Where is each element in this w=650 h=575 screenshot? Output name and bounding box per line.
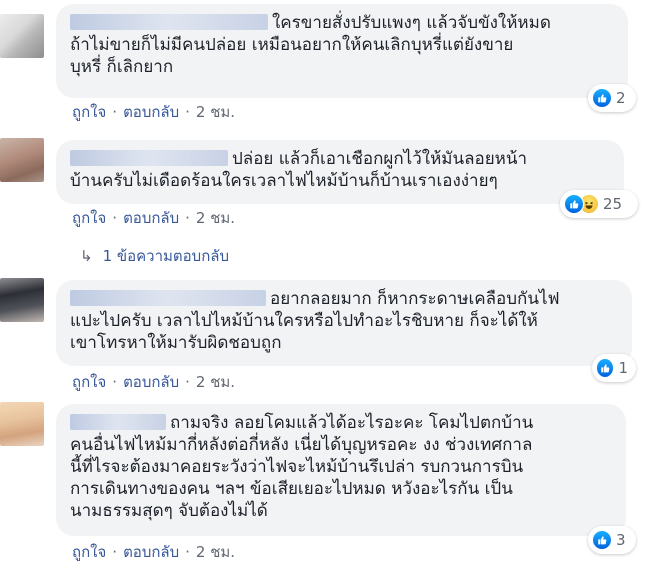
like-icon [564,194,584,214]
reaction-count: 2 [616,89,626,107]
reaction-summary[interactable]: 1 [592,354,636,382]
reaction-summary[interactable]: 2 [588,84,636,112]
avatar[interactable] [0,278,44,322]
comment-text: อยากลอยมาก ก็หากระดาษเคลือบกันไฟ แปะไปคร… [70,289,560,353]
avatar[interactable] [0,402,44,446]
avatar[interactable] [0,138,44,182]
reaction-count: 3 [616,531,626,549]
like-link[interactable]: ถูกใจ [72,209,106,227]
redacted-author-name[interactable] [70,14,268,30]
timestamp[interactable]: 2 ชม. [196,543,235,561]
like-icon [592,88,612,108]
reaction-count: 1 [618,359,628,377]
comment-bubble: ใครขายสั่งปรับแพงๆ แล้วจับขังให้หมด ถ้าไ… [56,4,628,98]
view-replies-link[interactable]: ↳ 1 ข้อความตอบกลับ [80,244,229,268]
comment-bubble: ถามจริง ลอยโคมแล้วได้อะไรอะคะ โคมไปตกบ้า… [56,404,626,536]
redacted-author-name[interactable] [70,414,166,430]
comment-text: ใครขายสั่งปรับแพงๆ แล้วจับขังให้หมด ถ้าไ… [70,13,551,77]
comment-actions: ถูกใจ · ตอบกลับ · 2 ชม. [72,209,236,227]
redacted-author-name[interactable] [70,150,228,166]
like-icon [596,358,615,378]
comment-text: ปล่อย แล้วก็เอาเชือกผูกไว้ให้มันลอยหน้า … [70,149,528,191]
reply-link[interactable]: ตอบกลับ [123,103,179,121]
reply-link[interactable]: ตอบกลับ [123,373,179,391]
like-link[interactable]: ถูกใจ [72,373,106,391]
reaction-summary[interactable]: 25 [560,190,638,218]
redacted-author-name[interactable] [70,290,266,306]
comment-actions: ถูกใจ · ตอบกลับ · 2 ชม. [72,103,236,121]
timestamp[interactable]: 2 ชม. [196,209,235,227]
reaction-count: 25 [603,195,623,213]
comment-actions: ถูกใจ · ตอบกลับ · 2 ชม. [72,543,236,561]
timestamp[interactable]: 2 ชม. [196,373,235,391]
avatar[interactable] [0,14,44,58]
reaction-summary[interactable]: 3 [588,526,636,554]
like-link[interactable]: ถูกใจ [72,543,106,561]
comment-actions: ถูกใจ · ตอบกลับ · 2 ชม. [72,373,236,391]
like-icon [592,530,612,550]
comment-text: ถามจริง ลอยโคมแล้วได้อะไรอะคะ โคมไปตกบ้า… [70,413,534,521]
timestamp[interactable]: 2 ชม. [196,103,235,121]
comment-bubble: ปล่อย แล้วก็เอาเชือกผูกไว้ให้มันลอยหน้า … [56,140,624,204]
reply-arrow-icon: ↳ [80,247,93,265]
reply-link[interactable]: ตอบกลับ [123,543,179,561]
like-link[interactable]: ถูกใจ [72,103,106,121]
comment-bubble: อยากลอยมาก ก็หากระดาษเคลือบกันไฟ แปะไปคร… [56,280,632,366]
reply-link[interactable]: ตอบกลับ [123,209,179,227]
